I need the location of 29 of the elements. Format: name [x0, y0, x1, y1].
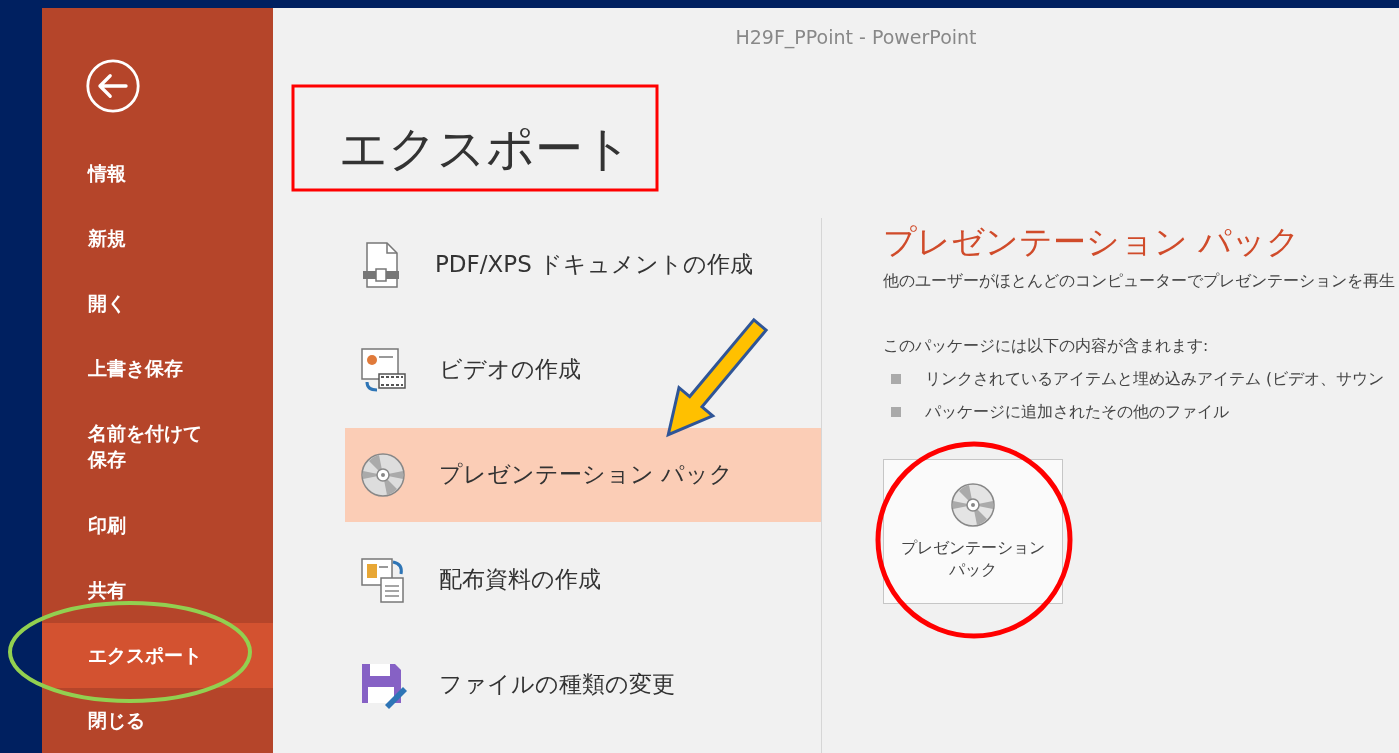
page-heading: エクスポート	[339, 120, 633, 178]
contents-heading: このパッケージには以下の内容が含まれます:	[883, 335, 1209, 357]
sidebar-item[interactable]: 情報	[42, 141, 273, 206]
back-icon[interactable]	[83, 58, 143, 114]
disc-icon	[949, 480, 997, 529]
package-button[interactable]: プレゼンテーション パック	[883, 458, 1063, 604]
export-option[interactable]: プレゼンテーション パック	[345, 427, 821, 522]
sidebar-item[interactable]: エクスポート	[42, 623, 273, 688]
sidebar-item[interactable]: 閉じる	[42, 688, 273, 753]
export-option[interactable]: 配布資料の作成	[345, 532, 821, 627]
export-option[interactable]: ファイルの種類の変更	[345, 637, 821, 732]
export-option[interactable]: PDF/XPS ドキュメントの作成	[345, 217, 821, 312]
export-option[interactable]: ビデオの作成	[345, 322, 821, 417]
sidebar-item[interactable]: 開く	[42, 271, 273, 336]
handout-icon	[359, 555, 407, 604]
video-icon	[359, 345, 407, 394]
section-title: プレゼンテーション パック	[883, 220, 1301, 263]
bullet-text: パッケージに追加されたその他のファイル	[925, 401, 1229, 423]
sidebar-item[interactable]: 新規	[42, 206, 273, 271]
description: 他のユーザーがほとんどのコンピューターでプレゼンテーションを再生	[883, 270, 1395, 292]
sidebar-item[interactable]: 印刷	[42, 493, 273, 558]
sidebar-item[interactable]: 共有	[42, 558, 273, 623]
bullet-text: リンクされているアイテムと埋め込みアイテム (ビデオ、サウン	[925, 368, 1384, 390]
disc-icon	[359, 450, 407, 499]
sidebar-item[interactable]: 名前を付けて保存	[42, 401, 273, 493]
bullet-icon	[891, 407, 901, 418]
sidebar-item[interactable]: 上書き保存	[42, 336, 273, 401]
bullet-icon	[891, 374, 901, 385]
window-title: H29F_PPoint - PowerPoint	[734, 26, 978, 48]
